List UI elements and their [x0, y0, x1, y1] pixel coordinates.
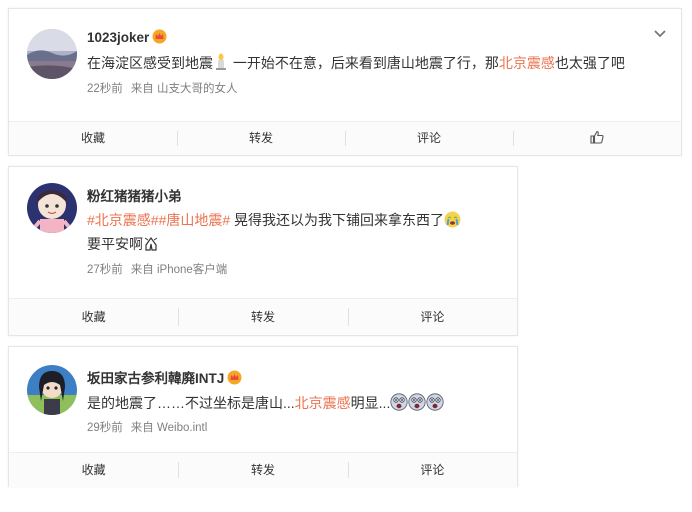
avatar[interactable] — [27, 29, 77, 79]
weibo-post-2: 粉红猪猪猪小弟 #北京震感##唐山地震# 晃得我还以为我下铺回来拿东西了 要平安… — [8, 166, 518, 336]
post-meta: 29秒前 来自 Weibo.intl — [87, 419, 207, 435]
comment-label: 评论 — [420, 463, 445, 477]
post-source[interactable]: iPhone客户端 — [157, 264, 227, 276]
favorite-label: 收藏 — [81, 463, 106, 477]
post-text: 是的地震了……不过坐标是唐山...北京震感明显... — [87, 393, 444, 414]
post-text-part: 明显... — [350, 395, 391, 411]
post-meta: 22秒前 来自 山支大哥的女人 — [87, 80, 238, 96]
post-text-part: 要平安啊 — [87, 236, 143, 252]
post-time[interactable]: 22秒前 — [87, 83, 123, 95]
thumbs-up-icon — [590, 130, 604, 144]
like-button[interactable] — [513, 122, 681, 155]
source-prefix: 来自 — [130, 264, 154, 276]
source-prefix: 来自 — [130, 83, 154, 95]
comment-button[interactable]: 评论 — [345, 122, 513, 155]
username-text[interactable]: 粉红猪猪猪小弟 — [87, 189, 182, 204]
post-text: #北京震感##唐山地震# 晃得我还以为我下铺回来拿东西了 — [87, 210, 461, 231]
repost-label: 转发 — [248, 131, 273, 145]
crying-face-emoji-icon — [444, 211, 461, 231]
username-text[interactable]: 坂田家古参利韓廃INTJ — [87, 371, 224, 386]
post-text-line-2: 要平安啊 — [87, 234, 159, 255]
post-meta: 27秒前 来自 iPhone客户端 — [87, 261, 227, 277]
avatar-image — [27, 183, 77, 233]
weibo-post-1: 1023joker 在海淀区感受到地震 一开始不在意，后来看到唐山地震了行，那北… — [8, 8, 682, 156]
vip-crown-icon — [152, 29, 167, 47]
username-text[interactable]: 1023joker — [87, 30, 149, 45]
favorite-button[interactable]: 收藏 — [9, 453, 178, 487]
repost-label: 转发 — [250, 310, 275, 324]
repost-button[interactable]: 转发 — [177, 122, 345, 155]
comment-button[interactable]: 评论 — [347, 299, 517, 335]
post-source[interactable]: 山支大哥的女人 — [157, 83, 238, 95]
candle-emoji-icon — [213, 53, 229, 74]
keyword-highlight-link[interactable]: 北京震感 — [499, 55, 555, 71]
favorite-label: 收藏 — [81, 310, 106, 324]
hashtag-link[interactable]: #北京震感# — [87, 212, 159, 228]
post-source[interactable]: Weibo.intl — [157, 422, 207, 434]
chevron-down-icon[interactable] — [653, 29, 667, 39]
post-text: 在海淀区感受到地震 一开始不在意，后来看到唐山地震了行，那北京震感也太强了吧 — [87, 53, 625, 74]
comment-label: 评论 — [416, 131, 441, 145]
avatar[interactable] — [27, 365, 77, 415]
username[interactable]: 1023joker — [87, 29, 167, 47]
favorite-label: 收藏 — [80, 131, 105, 145]
avatar-image — [27, 29, 77, 79]
action-bar: 收藏 转发 评论 — [9, 298, 517, 335]
hashtag-link[interactable]: #唐山地震# — [159, 212, 231, 228]
keyword-highlight-link[interactable]: 北京震感 — [295, 395, 351, 411]
comment-button[interactable]: 评论 — [347, 453, 517, 487]
avatar[interactable] — [27, 183, 77, 233]
scared-face-emoji-icon — [390, 393, 408, 414]
repost-button[interactable]: 转发 — [178, 453, 347, 487]
post-time[interactable]: 29秒前 — [87, 422, 123, 434]
post-text-part: 是的地震了……不过坐标是唐山... — [87, 395, 295, 411]
scared-face-emoji-icon — [426, 393, 444, 414]
favorite-button[interactable]: 收藏 — [9, 299, 178, 335]
post-text-part: 一开始不在意，后来看到唐山地震了行，那 — [232, 55, 499, 71]
comment-label: 评论 — [420, 310, 445, 324]
source-prefix: 来自 — [130, 422, 154, 434]
action-bar: 收藏 转发 评论 — [9, 452, 517, 487]
username[interactable]: 坂田家古参利韓廃INTJ — [87, 367, 242, 388]
post-text-part: 也太强了吧 — [554, 55, 625, 71]
post-text-part: 在海淀区感受到地震 — [87, 55, 213, 71]
repost-button[interactable]: 转发 — [178, 299, 347, 335]
post-text-part: 晃得我还以为我下铺回来拿东西了 — [234, 212, 445, 228]
praying-emoji-icon — [143, 236, 159, 255]
repost-label: 转发 — [250, 463, 275, 477]
scared-face-emoji-icon — [408, 393, 426, 414]
username[interactable]: 粉红猪猪猪小弟 — [87, 185, 182, 205]
action-bar: 收藏 转发 评论 — [9, 121, 681, 155]
post-time[interactable]: 27秒前 — [87, 264, 123, 276]
avatar-image — [27, 365, 77, 415]
weibo-post-3: 坂田家古参利韓廃INTJ 是的地震了……不过坐标是唐山...北京震感明显... … — [8, 346, 518, 487]
vip-crown-icon — [227, 370, 242, 388]
favorite-button[interactable]: 收藏 — [9, 122, 177, 155]
